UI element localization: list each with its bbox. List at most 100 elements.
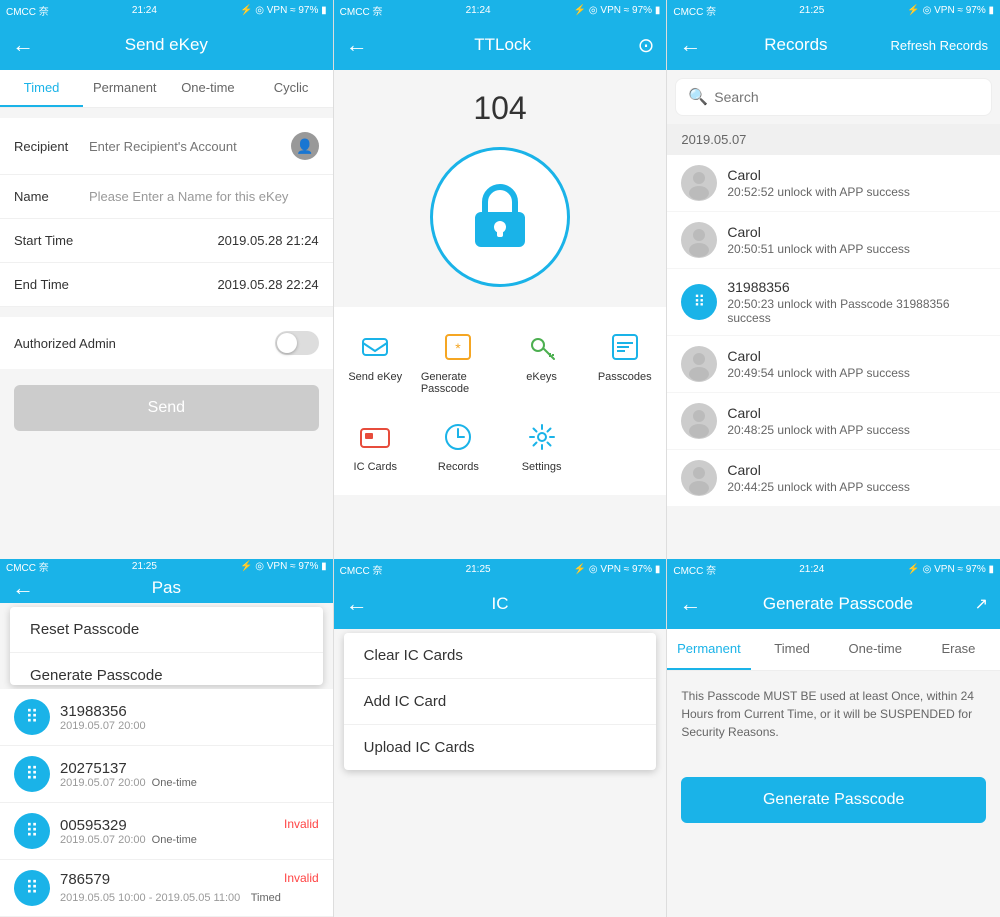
record-name-3: Carol: [727, 348, 986, 364]
upload-ic-cards-item[interactable]: Upload IC Cards: [344, 725, 657, 770]
menu-passcodes-label: Passcodes: [598, 371, 652, 383]
menu-passcodes[interactable]: Passcodes: [583, 317, 666, 407]
record-name-1: Carol: [727, 224, 986, 240]
back-button-6[interactable]: ←: [679, 591, 701, 617]
passcode-row-1: ⠿ 20275137 2019.05.07 20:00 One-time: [0, 746, 333, 803]
record-item-2: ⠿ 31988356 20:50:23 unlock with Passcode…: [667, 269, 1000, 336]
authorized-admin-row: Authorized Admin: [0, 317, 333, 369]
name-placeholder: Please Enter a Name for this eKey: [89, 189, 319, 204]
records-icon: [440, 419, 476, 455]
settings-icon[interactable]: ⊙: [638, 33, 655, 58]
record-text-1: Carol 20:50:51 unlock with APP success: [727, 224, 986, 256]
menu-generate-passcode-label: Generate Passcode: [421, 371, 496, 395]
recipient-input[interactable]: [89, 139, 291, 154]
start-value: 2019.05.28 21:24: [89, 233, 319, 248]
records-list: Carol 20:52:52 unlock with APP success C…: [667, 155, 1000, 559]
status-bar-5: CMCC 奈 21:25 ⚡ ◎ VPN ≈ 97% ▮: [334, 559, 667, 579]
svg-text:*: *: [456, 340, 462, 356]
records-header: ← Records Refresh Records: [667, 20, 1000, 70]
status-bar-3: CMCC 奈 21:25 ⚡ ◎ VPN ≈ 97% ▮: [667, 0, 1000, 20]
generate-passcode-item[interactable]: Generate Passcode: [10, 653, 323, 685]
menu-records-label: Records: [438, 461, 479, 473]
send-ekey-title: Send eKey: [34, 35, 299, 55]
send-ekey-header: ← Send eKey: [0, 20, 333, 70]
tab-permanent[interactable]: Permanent: [83, 70, 166, 107]
record-text-4: Carol 20:48:25 unlock with APP success: [727, 405, 986, 437]
record-name-5: Carol: [727, 462, 986, 478]
record-detail-3: 20:49:54 unlock with APP success: [727, 366, 986, 380]
send-button[interactable]: Send: [14, 385, 319, 431]
back-button-1[interactable]: ←: [12, 32, 34, 58]
tab-one-time[interactable]: One-time: [166, 70, 249, 107]
search-input[interactable]: [714, 89, 979, 105]
passcode-date-1: 2019.05.07 20:00: [60, 777, 146, 789]
authorized-toggle[interactable]: [275, 331, 319, 355]
menu-ekeys-label: eKeys: [526, 371, 557, 383]
gen-passcode-header: ← Generate Passcode ↗: [667, 579, 1000, 629]
clear-ic-cards-item[interactable]: Clear IC Cards: [344, 633, 657, 679]
tab-cyclic[interactable]: Cyclic: [250, 70, 333, 107]
name-label: Name: [14, 189, 89, 204]
passcode-info-0: 31988356 2019.05.07 20:00: [60, 703, 319, 732]
passcode-info-2: 00595329 Invalid 2019.05.07 20:00 One-ti…: [60, 817, 319, 846]
passcode-type-2: One-time: [152, 834, 197, 846]
gen-tab-permanent[interactable]: Permanent: [667, 629, 750, 670]
record-name-4: Carol: [727, 405, 986, 421]
record-avatar-1: [681, 222, 717, 258]
passcode-row-3: ⠿ 786579 Invalid 2019.05.05 10:00 - 2019…: [0, 860, 333, 917]
tab-timed[interactable]: Timed: [0, 70, 83, 107]
passcode-icon-3: ⠿: [14, 870, 50, 906]
passcode-title: Pas: [34, 578, 299, 598]
passcode-dropdown: Reset Passcode Generate Passcode Upload …: [10, 607, 323, 685]
record-detail-5: 20:44:25 unlock with APP success: [727, 480, 986, 494]
gen-tab-erase[interactable]: Erase: [917, 629, 1000, 670]
export-icon[interactable]: ↗: [975, 594, 988, 614]
ic-dropdown: Clear IC Cards Add IC Card Upload IC Car…: [344, 633, 657, 770]
generate-passcode-icon: *: [440, 329, 476, 365]
passcode-code-3: 786579: [60, 871, 110, 888]
records-title: Records: [701, 35, 890, 55]
record-avatar-3: [681, 346, 717, 382]
refresh-records-btn[interactable]: Refresh Records: [890, 38, 988, 53]
back-button-5[interactable]: ←: [346, 591, 368, 617]
status-bar-1: CMCC 奈 21:24 ⚡ ◎ VPN ≈ 97% ▮: [0, 0, 333, 20]
reset-passcode-item[interactable]: Reset Passcode: [10, 607, 323, 653]
back-button-3[interactable]: ←: [679, 32, 701, 58]
send-ekey-tabs: Timed Permanent One-time Cyclic: [0, 70, 333, 108]
menu-ekeys[interactable]: eKeys: [500, 317, 583, 407]
generate-passcode-btn[interactable]: Generate Passcode: [681, 777, 986, 823]
record-detail-1: 20:50:51 unlock with APP success: [727, 242, 986, 256]
gen-tabs: Permanent Timed One-time Erase: [667, 629, 1000, 671]
gen-tab-timed[interactable]: Timed: [751, 629, 834, 670]
status-bar-6: CMCC 奈 21:24 ⚡ ◎ VPN ≈ 97% ▮: [667, 559, 1000, 579]
passcode-date-3: 2019.05.05 10:00 - 2019.05.05 11:00: [60, 892, 240, 904]
ttlock-title: TTLock: [368, 35, 638, 55]
invalid-tag-2: Invalid: [284, 817, 319, 834]
start-label: Start Time: [14, 233, 89, 248]
back-button-4[interactable]: ←: [12, 575, 34, 601]
status-bar-4: CMCC 奈 21:25 ⚡ ◎ VPN ≈ 97% ▮: [0, 559, 333, 574]
menu-settings[interactable]: Settings: [500, 407, 583, 485]
ttlock-content: 104 Send eKey: [334, 70, 667, 559]
menu-ic-cards[interactable]: IC Cards: [334, 407, 417, 485]
invalid-tag-3: Invalid: [284, 871, 319, 888]
back-button-2[interactable]: ←: [346, 32, 368, 58]
gen-tab-one-time[interactable]: One-time: [834, 629, 917, 670]
passcode-row-2: ⠿ 00595329 Invalid 2019.05.07 20:00 One-…: [0, 803, 333, 860]
passcode-type-1: One-time: [152, 777, 197, 789]
send-ekey-form: Recipient 👤 Name Please Enter a Name for…: [0, 118, 333, 307]
passcode-date-0: 2019.05.07 20:00: [60, 720, 319, 732]
menu-records[interactable]: Records: [417, 407, 500, 485]
add-ic-card-item[interactable]: Add IC Card: [344, 679, 657, 725]
menu-generate-passcode[interactable]: * Generate Passcode: [417, 317, 500, 407]
menu-send-ekey[interactable]: Send eKey: [334, 317, 417, 407]
record-text-5: Carol 20:44:25 unlock with APP success: [727, 462, 986, 494]
lock-icon: [460, 177, 540, 257]
record-name-2: 31988356: [727, 279, 986, 295]
passcode-info-3: 786579 Invalid 2019.05.05 10:00 - 2019.0…: [60, 871, 319, 906]
passcode-date-2: 2019.05.07 20:00: [60, 834, 146, 846]
recipient-label: Recipient: [14, 139, 89, 154]
record-avatar-0: [681, 165, 717, 201]
passcodes-icon: [607, 329, 643, 365]
record-detail-2: 20:50:23 unlock with Passcode 31988356 s…: [727, 297, 986, 325]
